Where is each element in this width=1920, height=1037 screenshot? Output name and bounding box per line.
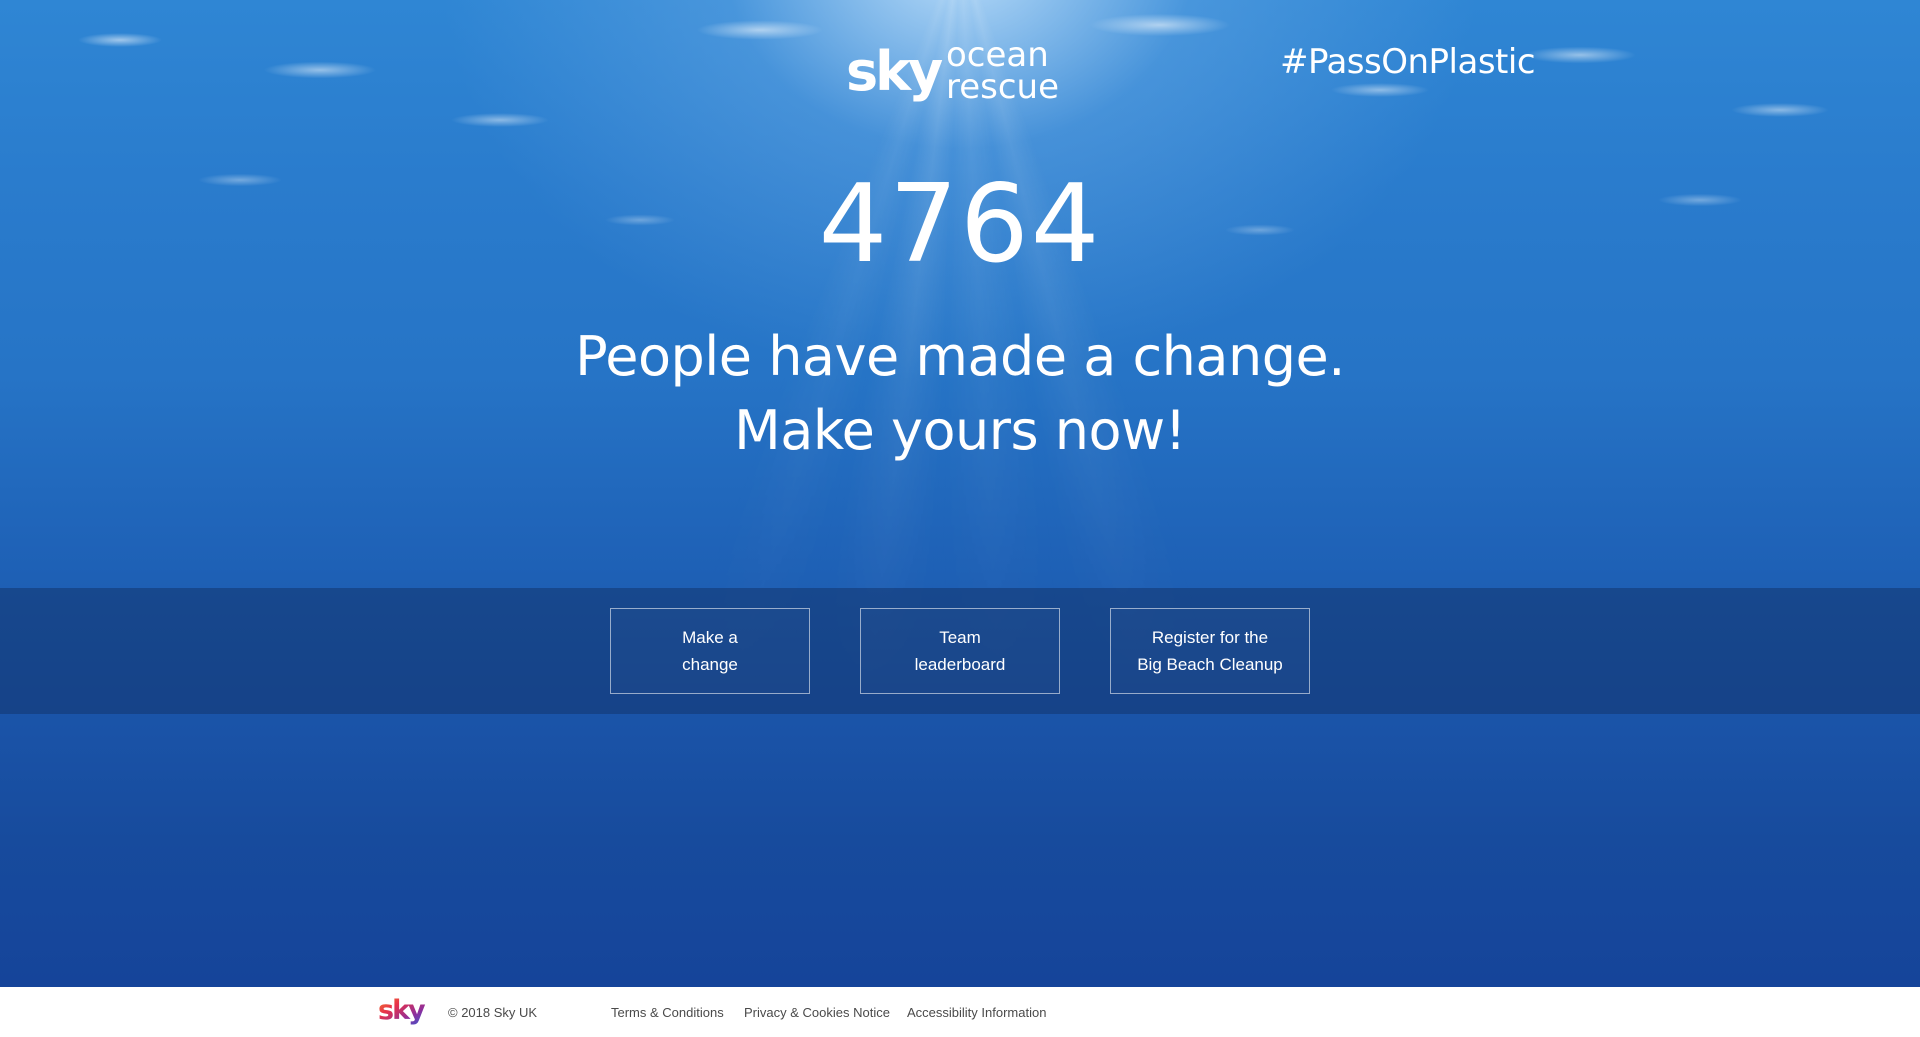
- button-label-line-1: Make a: [682, 628, 738, 647]
- action-bar: Make a change Team leaderboard Register …: [0, 588, 1920, 714]
- headline-line-2: Make yours now!: [734, 399, 1186, 462]
- people-counter: 4764: [818, 162, 1102, 287]
- logo-rescue-word: rescue: [946, 67, 1060, 107]
- logo-ocean-word: ocean: [946, 35, 1049, 75]
- logo-sky-word: sky: [846, 40, 943, 103]
- button-label-line-1: Team: [939, 628, 981, 647]
- button-label-line-1: Register for the: [1151, 628, 1269, 647]
- sky-logo-icon[interactable]: sky: [378, 993, 430, 1029]
- campaign-hashtag: #PassOnPlastic: [1280, 42, 1536, 82]
- button-label-line-2: leaderboard: [914, 655, 1006, 674]
- ocean-hero-background: sky ocean rescue #PassOnPlastic 4764 Peo…: [0, 0, 1920, 987]
- headline-line-1: People have made a change.: [575, 325, 1345, 388]
- copyright-text: © 2018 Sky UK: [448, 1005, 538, 1020]
- privacy-cookies-link[interactable]: Privacy & Cookies Notice: [744, 1003, 890, 1023]
- svg-text:sky: sky: [378, 995, 426, 1026]
- register-beach-cleanup-button[interactable]: Register for the Big Beach Cleanup: [1110, 608, 1310, 694]
- team-leaderboard-button[interactable]: Team leaderboard: [860, 608, 1060, 694]
- make-a-change-button[interactable]: Make a change: [610, 608, 810, 694]
- accessibility-information-link[interactable]: Accessibility Information: [907, 1003, 1046, 1023]
- headline: People have made a change. Make yours no…: [460, 320, 1460, 470]
- terms-conditions-link[interactable]: Terms & Conditions: [611, 1003, 724, 1023]
- sky-ocean-rescue-logo[interactable]: sky ocean rescue: [846, 38, 1076, 110]
- button-label-line-2: change: [682, 655, 738, 674]
- button-label-line-2: Big Beach Cleanup: [1137, 655, 1283, 674]
- site-footer: sky © 2018 Sky UK Terms & Conditions Pri…: [0, 987, 1920, 1037]
